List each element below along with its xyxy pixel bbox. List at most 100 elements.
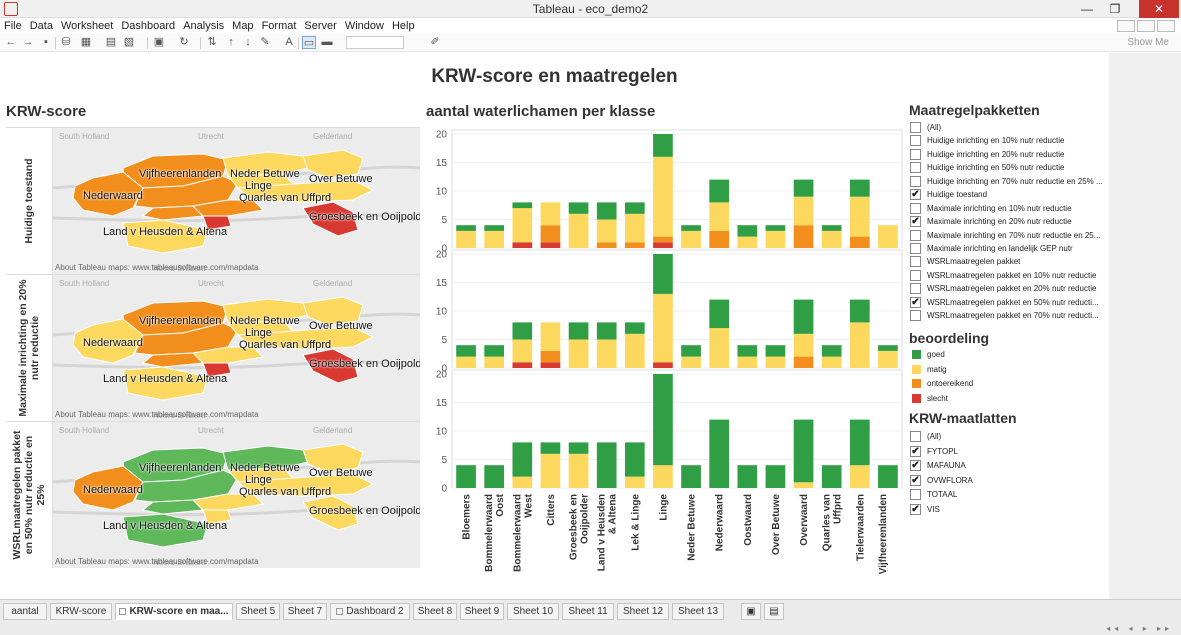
workbook-minimize-icon[interactable] [1117,20,1135,32]
tab-sheet-8[interactable]: Sheet 8 [413,603,457,620]
bar-segment-groesbeek-en-ooijpolder-matig[interactable] [568,339,589,369]
annotate-icon[interactable]: ✐ [428,36,442,49]
bar-segment-nederwaard-matig[interactable] [709,328,730,368]
bar-segment-bommelerwaard-oost-goed[interactable] [484,225,505,231]
bar-segment-quarles-van-uffprd-matig[interactable] [821,230,842,248]
bar-segment-vijfheerenlanden-matig[interactable] [878,225,898,248]
bar-segment-bommelerwaard-west-goed[interactable] [512,442,533,477]
krw-item-totaal[interactable]: TOTAAL [910,488,1106,503]
bar-segment-bloemers-matig[interactable] [456,356,476,368]
checkbox[interactable] [910,175,921,187]
checkbox[interactable]: ✔ [910,189,921,201]
bar-segment-tielerwaarden-goed[interactable] [849,419,870,466]
maatregel-item-maximale-inrichting-en-70-nutr-reductie-en-25[interactable]: Maximale inrichting en 70% nutr reductie… [910,229,1106,242]
bar-segment-citters-goed[interactable] [540,442,561,454]
bar-segment-bommelerwaard-oost-matig[interactable] [484,230,505,248]
checkbox[interactable] [910,148,921,160]
map-attribution[interactable]: About Tableau maps: www.tableausoftware.… [55,557,259,566]
maatregel-item-wsrlmaatregelen-pakket-en-20-nutr-reductie[interactable]: WSRLmaatregelen pakket en 20% nutr reduc… [910,282,1106,295]
bar-segment-quarles-van-uffprd-goed[interactable] [821,225,842,231]
krw-item-fytopl[interactable]: ✔ FYTOPL [910,445,1106,460]
bar-segment-bommelerwaard-oost-goed[interactable] [484,345,505,357]
bar-segment-groesbeek-en-ooijpolder-goed[interactable] [568,442,589,454]
bar-segment-neder-betuwe-matig[interactable] [681,356,701,368]
checkbox[interactable] [910,269,921,281]
forward-icon[interactable]: → [21,36,35,49]
bar-segment-overwaard-goed[interactable] [793,419,814,483]
checkbox[interactable] [910,162,921,174]
bar-segment-nederwaard-goed[interactable] [709,299,730,329]
krw-map[interactable]: South Holland Utrecht Gelderland Noord-Brab… [52,128,420,274]
checkbox[interactable] [910,310,921,322]
tab-navigation-icons[interactable]: ◂◂ ◂ ▸ ▸▸ [1106,624,1173,633]
maatregel-item-huidige-inrichting-en-20-nutr-reductie[interactable]: Huidige inrichting en 20% nutr reductie [910,148,1106,161]
bar-segment-over-betuwe-matig[interactable] [765,230,786,248]
tab-aantal[interactable]: aantal [3,603,47,620]
bar-segment-land-v-heusden-altena-ontoereikend[interactable] [596,242,617,248]
bar-segment-bommelerwaard-west-matig[interactable] [512,208,533,243]
sort-descending-icon[interactable]: ↓ [241,36,255,49]
bar-segment-bommelerwaard-west-matig[interactable] [512,476,533,488]
close-icon[interactable]: ✕ [1139,0,1179,18]
maatregel-item-wsrlmaatregelen-pakket-en-70-nutr-reducti[interactable]: WSRLmaatregelen pakket en 70% nutr reduc… [910,309,1106,322]
bar-segment-overwaard-goed[interactable] [793,179,814,197]
bar-segment-neder-betuwe-matig[interactable] [681,230,701,248]
workbook-close-icon[interactable] [1157,20,1175,32]
bar-segment-overwaard-goed[interactable] [793,299,814,334]
menu-file[interactable]: File [0,18,26,34]
checkbox[interactable] [910,489,921,501]
bar-segment-bommelerwaard-west-matig[interactable] [512,339,533,363]
checkbox[interactable] [910,135,921,147]
menu-window[interactable]: Window [341,18,388,34]
beoordeling-item-ontoereikend[interactable]: ontoereikend [910,377,1106,392]
bar-segment-bommelerwaard-west-goed[interactable] [512,202,533,209]
bar-segment-nederwaard-goed[interactable] [709,419,730,488]
bar-segment-linge-matig[interactable] [653,293,673,363]
minimize-icon[interactable]: — [1073,0,1101,18]
checkbox[interactable] [910,431,921,442]
menu-format[interactable]: Format [258,18,301,34]
show-me-button[interactable]: Show Me [1127,37,1169,48]
bar-segment-bloemers-goed[interactable] [456,465,476,488]
bar-segment-bommelerwaard-west-slecht[interactable] [512,242,533,248]
bar-segment-land-v-heusden-altena-goed[interactable] [596,442,617,488]
swap-icon[interactable]: ⇅ [205,36,219,49]
krw-item-vis[interactable]: ✔ VIS [910,503,1106,518]
bar-segment-citters-matig[interactable] [540,202,561,226]
new-sheet-icon[interactable]: ▣ [741,603,761,620]
bar-segment-tielerwaarden-matig[interactable] [849,322,870,368]
presentation-icon[interactable]: ▭ [302,36,316,49]
bar-segment-tielerwaarden-goed[interactable] [849,179,870,197]
bar-segment-lek-linge-matig[interactable] [624,333,645,368]
bar-segment-overwaard-matig[interactable] [793,482,814,488]
bar-segment-nederwaard-matig[interactable] [709,202,730,231]
checkbox[interactable] [910,256,921,268]
bar-segment-neder-betuwe-goed[interactable] [681,345,701,357]
checkbox[interactable] [910,122,921,133]
bar-segment-oostwaard-matig[interactable] [737,356,758,368]
tab-sheet-5[interactable]: Sheet 5 [236,603,280,620]
bar-segment-bommelerwaard-west-goed[interactable] [512,322,533,340]
bar-segment-overwaard-matig[interactable] [793,196,814,226]
bar-segment-citters-ontoereikend[interactable] [540,225,561,243]
fit-select[interactable] [346,36,404,49]
bar-segment-lek-linge-goed[interactable] [624,442,645,477]
menu-server[interactable]: Server [300,18,340,34]
bar-segment-nederwaard-ontoereikend[interactable] [709,230,730,248]
tab-sheet-13[interactable]: Sheet 13 [672,603,724,620]
maatregel-item-all[interactable]: (All) [910,121,1106,134]
tab-sheet-12[interactable]: Sheet 12 [617,603,669,620]
bar-segment-citters-ontoereikend[interactable] [540,350,561,363]
krw-map[interactable]: South Holland Utrecht Gelderland Noord-Brab… [52,422,420,568]
bar-segment-lek-linge-goed[interactable] [624,202,645,214]
bar-segment-lek-linge-ontoereikend[interactable] [624,242,645,248]
menu-analysis[interactable]: Analysis [179,18,228,34]
checkbox[interactable] [910,202,921,214]
bar-segment-linge-goed[interactable] [653,254,673,294]
bar-segment-oostwaard-goed[interactable] [737,225,758,237]
bar-segment-land-v-heusden-altena-goed[interactable] [596,322,617,340]
checkbox[interactable] [910,229,921,241]
krw-map[interactable]: South Holland Utrecht Gelderland Noord-Brab… [52,275,420,421]
bar-segment-neder-betuwe-goed[interactable] [681,225,701,231]
krw-item-all[interactable]: (All) [910,430,1106,445]
